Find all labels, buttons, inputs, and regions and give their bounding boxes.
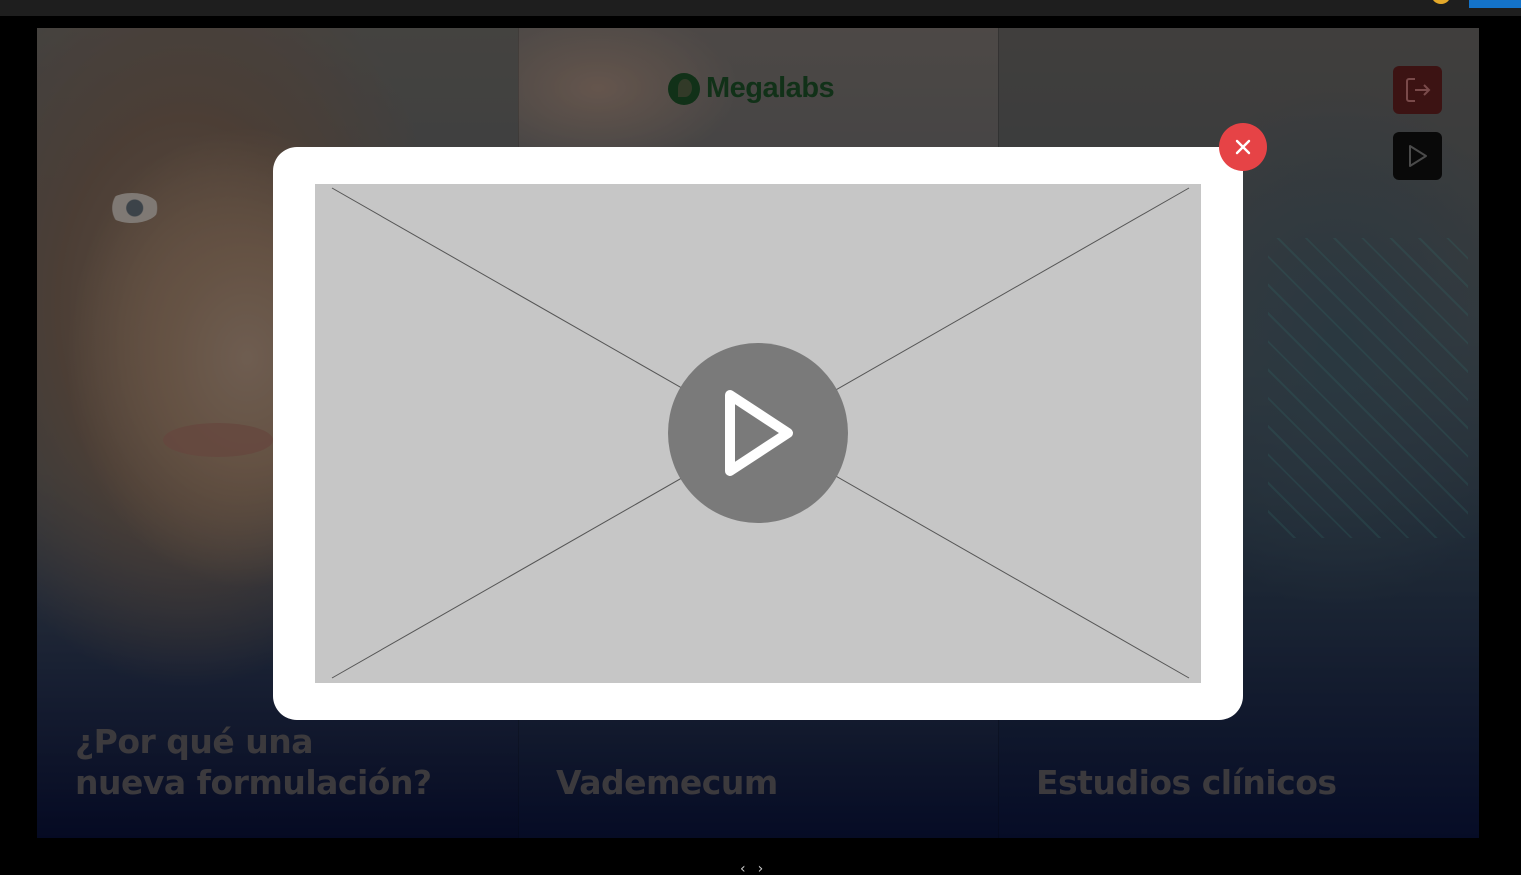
status-indicator [1431,0,1451,4]
video-player[interactable] [315,184,1201,683]
top-bar [0,0,1521,16]
video-modal [273,147,1243,720]
next-slide-button[interactable]: › [758,862,764,875]
slide-pager: ‹ › [740,862,763,875]
video-play-button[interactable] [668,343,848,523]
close-modal-button[interactable] [1219,123,1267,171]
close-icon [1235,139,1251,155]
prev-slide-button[interactable]: ‹ [740,862,746,875]
header-action-button[interactable] [1469,0,1521,8]
play-icon [725,390,793,476]
